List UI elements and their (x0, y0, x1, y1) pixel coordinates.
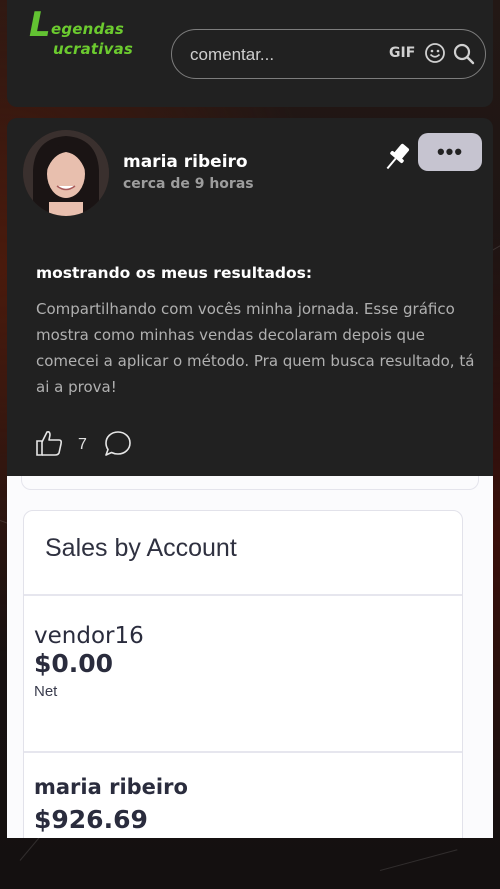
logo-line-2: ucrativas (53, 40, 134, 58)
top-bar: L egendas ucrativas GIF (7, 0, 493, 107)
comment-input[interactable] (188, 42, 382, 68)
gif-button[interactable]: GIF (389, 45, 415, 61)
sales-card-title: Sales by Account (45, 534, 237, 562)
pin-icon[interactable] (381, 140, 413, 174)
logo-line-1: egendas (51, 20, 124, 38)
comment-icon[interactable] (103, 429, 133, 459)
account-name: maria ribeiro (34, 775, 188, 799)
sales-card-divider (24, 594, 462, 596)
like-icon[interactable] (34, 428, 64, 458)
avatar[interactable] (23, 130, 109, 216)
sales-card: Sales by Account vendor16 $0.00 Net mari… (23, 510, 463, 838)
emoji-icon[interactable] (424, 42, 446, 64)
post-attachment-image[interactable]: Sales by Account vendor16 $0.00 Net mari… (7, 476, 493, 838)
account-name: vendor16 (34, 623, 144, 649)
comment-search-box: GIF (171, 29, 486, 79)
attachment-top-edge (21, 476, 479, 490)
post-body: Compartilhando com vocês minha jornada. … (36, 300, 475, 396)
sales-card-divider (24, 751, 462, 753)
logo-initial: L (29, 5, 51, 45)
post-time: cerca de 9 horas (123, 176, 254, 192)
search-icon[interactable] (452, 42, 476, 66)
post-card: maria ribeiro cerca de 9 horas ••• mostr… (7, 118, 493, 838)
like-count: 7 (78, 436, 87, 453)
account-amount: $0.00 (34, 649, 114, 678)
avatar-image (23, 130, 109, 216)
logo[interactable]: L egendas ucrativas (29, 8, 149, 60)
post-author[interactable]: maria ribeiro (123, 152, 248, 172)
account-amount: $926.69 (34, 805, 148, 834)
more-options-button[interactable]: ••• (418, 133, 482, 171)
background-streak (379, 849, 458, 871)
account-label: Net (34, 683, 58, 700)
post-title: mostrando os meus resultados: (36, 264, 313, 282)
